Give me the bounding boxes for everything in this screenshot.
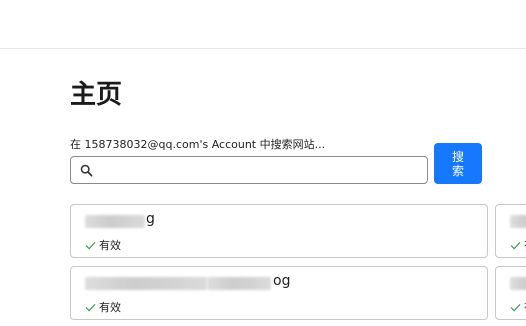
redacted-site-name [510,215,526,228]
redacted-site-name [85,277,207,290]
site-card-partial[interactable]: 有 [495,204,526,258]
search-field[interactable] [70,156,428,184]
site-name-suffix: og [273,273,291,289]
redacted-site-name [85,215,145,228]
search-icon [80,164,93,177]
site-status-label: 有效 [99,239,121,252]
redacted-site-name [207,277,271,290]
site-card-partial[interactable]: 有 [495,266,526,320]
top-bar [0,0,526,49]
redacted-site-name [510,277,526,290]
search-input[interactable] [97,159,423,181]
site-status: 有效 [85,237,121,253]
page-title: 主页 [70,80,123,110]
check-icon [510,241,521,249]
site-status: 有 [510,299,526,315]
check-icon [85,241,96,249]
check-icon [510,303,521,311]
search-button[interactable]: 搜 索 [434,143,482,184]
site-status: 有效 [85,299,121,315]
site-card[interactable]: og 有效 [70,266,488,320]
site-status-label: 有效 [99,301,121,314]
search-label: 在 158738032@qq.com's Account 中搜索网站... [70,138,326,151]
site-status: 有 [510,237,526,253]
site-name-suffix: g [146,211,155,227]
page: 主页 在 158738032@qq.com's Account 中搜索网站...… [0,0,526,326]
site-card[interactable]: g 有效 [70,204,488,258]
check-icon [85,303,96,311]
